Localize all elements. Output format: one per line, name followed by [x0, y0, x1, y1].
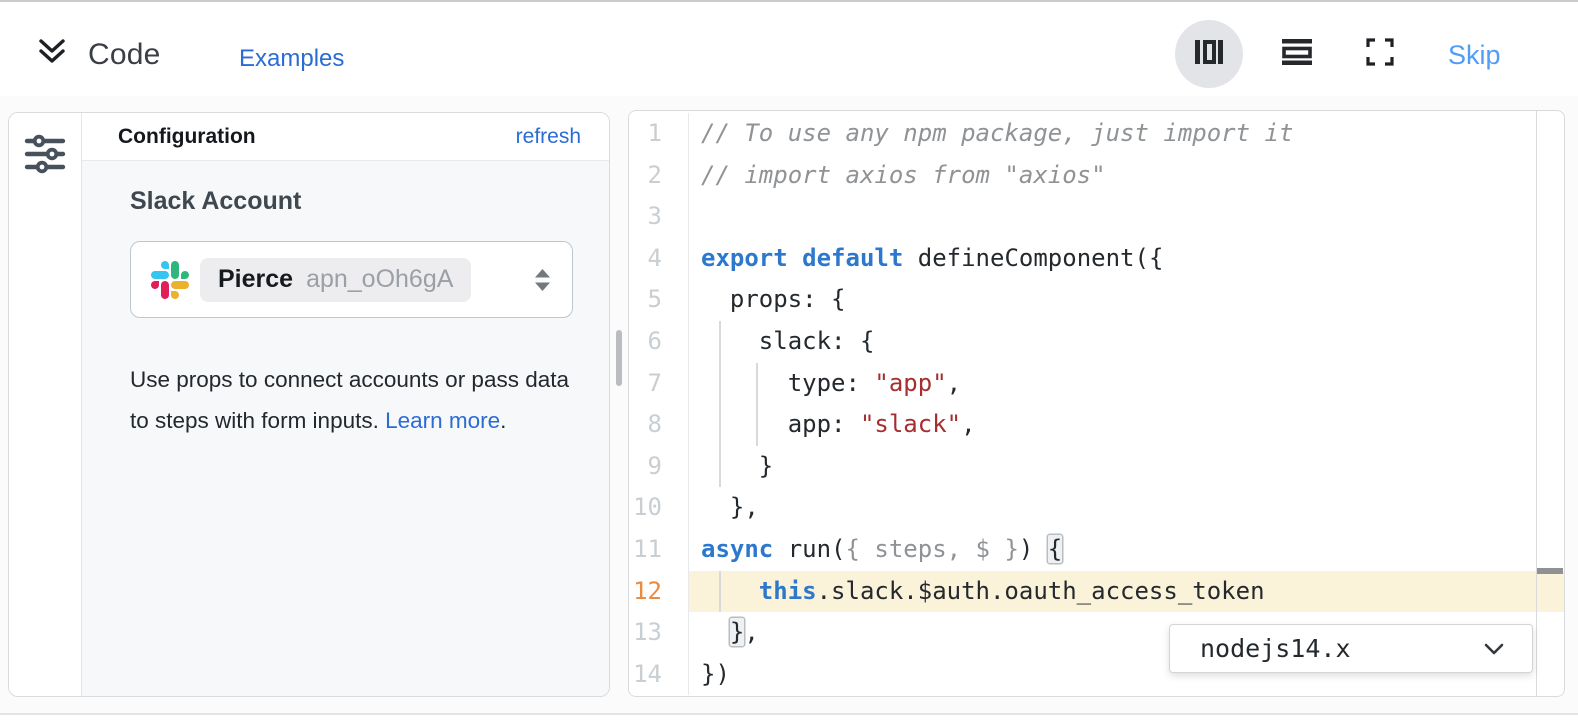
code-line-8[interactable]: 8 app: "slack", [629, 404, 1564, 446]
config-header: Configuration refresh [82, 113, 609, 161]
step-header: Code Examples S [0, 2, 1578, 96]
selected-account: Pierce apn_oOh6gA [200, 258, 471, 302]
account-token: apn_oOh6gA [306, 265, 453, 294]
code-line-3[interactable]: 3 [629, 196, 1564, 238]
step-body: Configuration refresh Slack Account [0, 96, 1578, 713]
slack-account-select[interactable]: Pierce apn_oOh6gA [130, 241, 573, 318]
skip-link[interactable]: Skip [1448, 40, 1501, 71]
code-editor-panel[interactable]: 1// To use any npm package, just import … [628, 110, 1565, 697]
line-number: 9 [629, 446, 689, 488]
bottom-border [0, 713, 1578, 715]
indent-guide [756, 363, 758, 446]
line-number: 6 [629, 321, 689, 363]
panel-resize-handle[interactable] [616, 330, 622, 386]
editor-scrollbar-track [1536, 111, 1538, 696]
code-line-2[interactable]: 2// import axios from "axios" [629, 155, 1564, 197]
code-line-1[interactable]: 1// To use any npm package, just import … [629, 113, 1564, 155]
line-number: 3 [629, 196, 689, 238]
line-number: 4 [629, 238, 689, 280]
indent-guide [719, 571, 721, 613]
config-body: Slack Account Pierce apn_oOh6gA [82, 161, 609, 696]
step-title: Code [88, 38, 161, 72]
slack-account-label: Slack Account [130, 187, 609, 216]
code-line-10[interactable]: 10 }, [629, 487, 1564, 529]
fullscreen-icon [1366, 38, 1394, 71]
config-rail [9, 113, 82, 696]
code-line-6[interactable]: 6 slack: { [629, 321, 1564, 363]
line-number: 12 [629, 571, 689, 613]
line-number: 8 [629, 404, 689, 446]
runtime-value: nodejs14.x [1200, 634, 1351, 663]
code-line-4[interactable]: 4export default defineComponent({ [629, 238, 1564, 280]
line-number: 7 [629, 363, 689, 405]
learn-more-link[interactable]: Learn more [385, 408, 500, 433]
line-number: 14 [629, 654, 689, 696]
config-title: Configuration [118, 125, 256, 149]
props-help-text: Use props to connect accounts or pass da… [130, 359, 585, 441]
columns-layout-icon [1194, 36, 1224, 73]
examples-link[interactable]: Examples [239, 45, 344, 73]
account-name: Pierce [218, 265, 293, 294]
code-line-7[interactable]: 7 type: "app", [629, 363, 1564, 405]
rows-layout-icon [1282, 38, 1312, 71]
line-number: 10 [629, 487, 689, 529]
code-line-5[interactable]: 5 props: { [629, 279, 1564, 321]
refresh-link[interactable]: refresh [516, 125, 581, 149]
indent-guide [719, 321, 721, 487]
collapse-step-button[interactable] [34, 38, 70, 72]
stacked-view-button[interactable] [1275, 36, 1319, 72]
fullscreen-button[interactable] [1360, 38, 1400, 70]
chevron-down-icon [1482, 641, 1506, 657]
code-line-11[interactable]: 11async run({ steps, $ }) { [629, 529, 1564, 571]
line-number: 2 [629, 155, 689, 197]
up-down-arrows-icon [533, 268, 552, 292]
line-number: 13 [629, 612, 689, 654]
slack-logo-icon [151, 261, 189, 299]
code-line-12[interactable]: 12 this.slack.$auth.oauth_access_token [629, 571, 1564, 613]
help-suffix: . [500, 408, 506, 433]
code-lines: 1// To use any npm package, just import … [629, 113, 1564, 695]
runtime-select[interactable]: nodejs14.x [1169, 624, 1533, 673]
editor-scrollbar-thumb[interactable] [1537, 568, 1563, 574]
double-chevron-down-icon [35, 37, 69, 74]
line-number: 1 [629, 113, 689, 155]
code-line-9[interactable]: 9 } [629, 446, 1564, 488]
sliders-icon[interactable] [24, 131, 66, 182]
line-number: 5 [629, 279, 689, 321]
line-number: 11 [629, 529, 689, 571]
configuration-panel: Configuration refresh Slack Account [8, 112, 610, 697]
split-view-button[interactable] [1175, 20, 1243, 88]
